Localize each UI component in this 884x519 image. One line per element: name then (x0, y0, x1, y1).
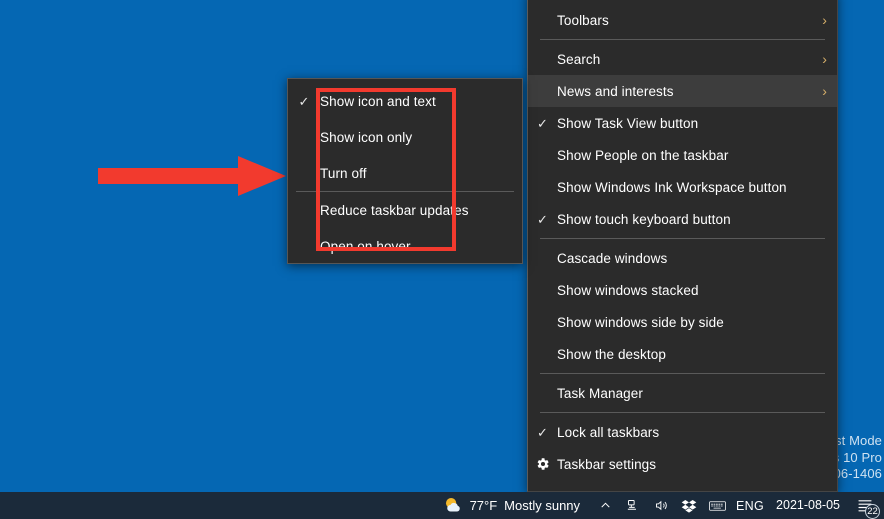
menu-item-toolbars[interactable]: Toolbars › (528, 4, 837, 36)
menu-item-label: Taskbar settings (557, 456, 657, 472)
taskbar-context-menu[interactable]: Toolbars › Search › News and interests ›… (527, 0, 838, 492)
menu-item-show-touch-keyboard-button[interactable]: ✓ Show touch keyboard button (528, 203, 837, 235)
checkmark-icon: ✓ (537, 211, 548, 227)
menu-item-show-windows-side-by-side[interactable]: Show windows side by side (528, 306, 837, 338)
checkmark-icon: ✓ (298, 93, 310, 109)
submenu-item-show-icon-only[interactable]: Show icon only (288, 119, 522, 155)
menu-item-show-people-on-the-taskbar[interactable]: Show People on the taskbar (528, 139, 837, 171)
submenu-item-turn-off[interactable]: Turn off (288, 155, 522, 191)
dropbox-icon[interactable] (680, 497, 698, 515)
taskbar-weather-widget[interactable]: 77°F Mostly sunny (444, 496, 580, 515)
language-indicator[interactable]: ENG (736, 499, 764, 513)
taskbar-clock[interactable]: 2021-08-05 (776, 499, 840, 512)
menu-item-show-windows-stacked[interactable]: Show windows stacked (528, 274, 837, 306)
gear-icon (528, 457, 557, 471)
menu-item-label: Show windows side by side (557, 314, 724, 330)
sun-behind-cloud-icon (445, 497, 460, 512)
menu-item-label: Show the desktop (557, 346, 666, 362)
weather-condition: Mostly sunny (504, 498, 581, 513)
menu-item-show-task-view-button[interactable]: ✓ Show Task View button (528, 107, 837, 139)
menu-item-label: Search (557, 51, 601, 67)
menu-item-lock-all-taskbars[interactable]: ✓ Lock all taskbars (528, 416, 837, 448)
submenu-item-reduce-taskbar-updates[interactable]: Reduce taskbar updates (288, 192, 522, 228)
red-arrow-annotation (98, 156, 286, 196)
chevron-right-icon: › (822, 51, 827, 67)
taskbar[interactable]: 77°F Mostly sunny ENG 2021-08-05 22 (0, 492, 884, 519)
menu-item-cascade-windows[interactable]: Cascade windows (528, 242, 837, 274)
submenu-item-open-on-hover[interactable]: Open on hover (288, 228, 522, 264)
menu-item-label: Toolbars (557, 12, 609, 28)
submenu-item-label: Turn off (320, 165, 367, 181)
menu-item-label: Show touch keyboard button (557, 211, 731, 227)
menu-item-show-windows-ink-workspace-button[interactable]: Show Windows Ink Workspace button (528, 171, 837, 203)
notification-badge: 22 (865, 503, 880, 519)
notification-center-button[interactable]: 22 (852, 494, 880, 519)
touch-keyboard-icon[interactable] (708, 497, 726, 515)
submenu-item-label: Show icon and text (320, 93, 436, 109)
speaker-icon[interactable] (652, 497, 670, 515)
menu-item-label: Cascade windows (557, 250, 668, 266)
menu-item-taskbar-settings[interactable]: Taskbar settings (528, 448, 837, 480)
system-tray[interactable] (596, 497, 726, 515)
submenu-item-show-icon-and-text[interactable]: ✓ Show icon and text (288, 83, 522, 119)
menu-item-label: Show Task View button (557, 115, 699, 131)
menu-item-label: Show Windows Ink Workspace button (557, 179, 787, 195)
submenu-item-label: Reduce taskbar updates (320, 202, 469, 218)
menu-separator (540, 373, 825, 374)
menu-separator (540, 238, 825, 239)
submenu-item-label: Show icon only (320, 129, 413, 145)
checkmark-icon: ✓ (537, 424, 548, 440)
menu-item-task-manager[interactable]: Task Manager (528, 377, 837, 409)
menu-separator (540, 39, 825, 40)
menu-item-show-the-desktop[interactable]: Show the desktop (528, 338, 837, 370)
menu-item-label: Show People on the taskbar (557, 147, 729, 163)
submenu-item-label: Open on hover (320, 238, 411, 254)
menu-item-search[interactable]: Search › (528, 43, 837, 75)
menu-item-news-and-interests[interactable]: News and interests › (528, 75, 837, 107)
menu-item-label: News and interests (557, 83, 674, 99)
chevron-right-icon: › (822, 12, 827, 28)
weather-temperature: 77°F (469, 498, 498, 513)
network-icon[interactable] (624, 497, 642, 515)
checkmark-icon: ✓ (537, 115, 548, 131)
chevron-up-icon[interactable] (596, 497, 614, 515)
chevron-right-icon: › (822, 83, 827, 99)
clock-date: 2021-08-05 (776, 498, 840, 512)
menu-separator (540, 412, 825, 413)
menu-item-label: Lock all taskbars (557, 424, 660, 440)
news-and-interests-submenu[interactable]: ✓ Show icon and text Show icon only Turn… (287, 78, 523, 264)
menu-item-label: Task Manager (557, 385, 643, 401)
menu-item-label: Show windows stacked (557, 282, 699, 298)
screen: est Mode ws 10 Pro 206-1406 Toolbars › S… (0, 0, 884, 519)
